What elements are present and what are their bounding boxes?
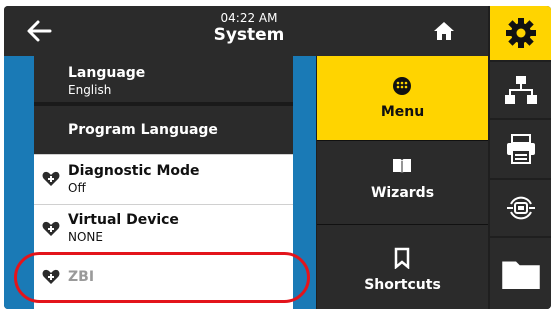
page-title: System [213, 25, 285, 45]
home-icon[interactable] [433, 20, 455, 42]
menu-dots-icon [393, 77, 411, 95]
bookmark-icon [394, 247, 410, 269]
menu-item-label: Menu [380, 104, 425, 120]
highlight-annotation [14, 252, 310, 303]
right-sidebar [490, 6, 551, 309]
favorite-plus-icon[interactable] [42, 171, 60, 187]
list-item-label: Program Language [68, 122, 218, 138]
gear-icon [506, 18, 536, 48]
sidebar-network[interactable] [490, 62, 551, 118]
connectivity-icon [507, 196, 535, 220]
list-item-value: Off [68, 181, 86, 195]
list-item-label: Diagnostic Mode [68, 163, 200, 179]
menu-item-menu[interactable]: Menu [317, 56, 488, 140]
list-item-value: NONE [68, 230, 103, 244]
main-menu: Menu Wizards Shortcuts [317, 56, 488, 309]
book-icon [393, 159, 411, 174]
list-item-label: Language [68, 65, 146, 81]
sidebar-settings[interactable] [490, 6, 551, 60]
back-arrow-icon[interactable] [24, 16, 54, 46]
list-item-program-language[interactable]: Program Language [34, 106, 293, 154]
menu-item-label: Wizards [370, 185, 435, 201]
sidebar-printer[interactable] [490, 120, 551, 178]
list-item-label: Virtual Device [68, 212, 179, 228]
favorite-plus-icon[interactable] [42, 221, 60, 237]
network-icon [505, 76, 537, 104]
printer-icon [507, 134, 535, 164]
menu-item-shortcuts[interactable]: Shortcuts [317, 224, 488, 309]
sidebar-connectivity[interactable] [490, 180, 551, 236]
sidebar-files[interactable] [490, 238, 551, 309]
list-item-diagnostic-mode[interactable]: Diagnostic Mode Off [34, 154, 293, 205]
clock: 04:22 AM [220, 11, 278, 25]
top-bar: 04:22 AM System [4, 6, 488, 56]
folder-icon [502, 261, 540, 289]
list-item-language[interactable]: Language English [34, 56, 293, 102]
list-item-virtual-device[interactable]: Virtual Device NONE [34, 204, 293, 255]
menu-item-wizards[interactable]: Wizards [317, 140, 488, 225]
menu-item-label: Shortcuts [364, 277, 441, 293]
list-item-value: English [68, 83, 112, 97]
